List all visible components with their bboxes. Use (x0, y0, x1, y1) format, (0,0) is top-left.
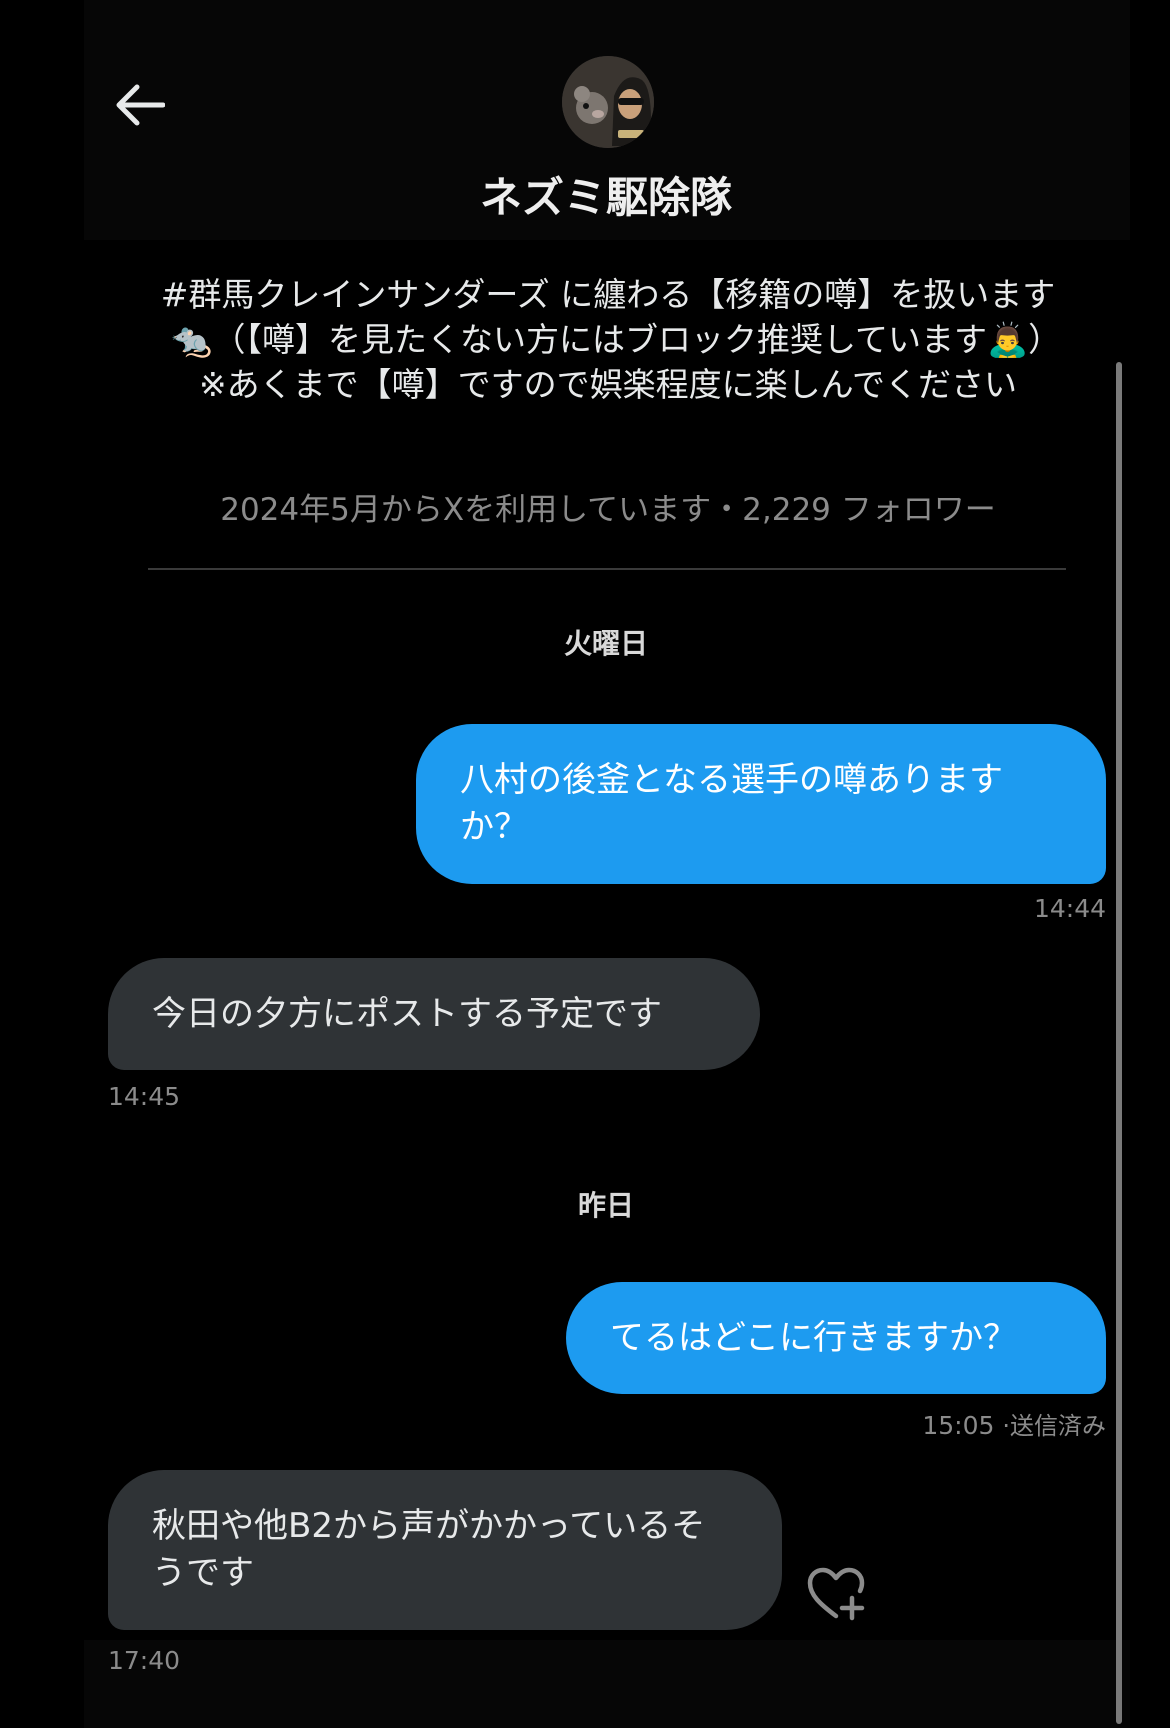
avatar[interactable] (562, 56, 654, 148)
conversation-title[interactable]: ネズミ駆除隊 (0, 164, 1170, 225)
heart-plus-icon (807, 1567, 865, 1621)
message-timestamp: 14:45 (108, 1082, 181, 1111)
message-text: 今日の夕方にポストする予定です (152, 993, 662, 1034)
arrow-left-icon (116, 84, 165, 126)
message-text: 八村の後釜となる選手の噂ありますか？ (460, 760, 1003, 847)
back-button[interactable] (108, 74, 170, 136)
profile-meta[interactable]: 2024年5月からXを利用しています・2,229 フォロワー (148, 484, 1068, 529)
scrollbar[interactable] (1116, 362, 1122, 1724)
message-timestamp: 15:05 ·送信済み (800, 1406, 1106, 1441)
received-message[interactable]: 今日の夕方にポストする予定です (108, 958, 760, 1070)
message-text: 秋田や他B2から声がかかっているそうです (152, 1506, 706, 1593)
sent-message[interactable]: 八村の後釜となる選手の噂ありますか？ (416, 724, 1106, 884)
profile-bio: #群馬クレインサンダーズ に纏わる【移籍の噂】を扱います🐀（【噂】を見たくない方… (160, 275, 1056, 404)
delivery-status: ·送信済み (1002, 1412, 1106, 1440)
divider (148, 568, 1066, 570)
day-separator: 昨日 (577, 1189, 634, 1222)
conversation-header: ネズミ駆除隊 (0, 0, 1170, 238)
sent-message[interactable]: てるはどこに行きますか？ (566, 1282, 1106, 1394)
add-reaction-button[interactable] (806, 1566, 868, 1622)
day-separator: 火曜日 (563, 627, 648, 660)
message-timestamp: 14:44 (1033, 894, 1106, 923)
received-message[interactable]: 秋田や他B2から声がかかっているそうです (108, 1470, 782, 1630)
message-time: 15:05 (922, 1411, 995, 1440)
message-text: てるはどこに行きますか？ (610, 1317, 1017, 1358)
message-timestamp: 17:40 (108, 1646, 181, 1675)
